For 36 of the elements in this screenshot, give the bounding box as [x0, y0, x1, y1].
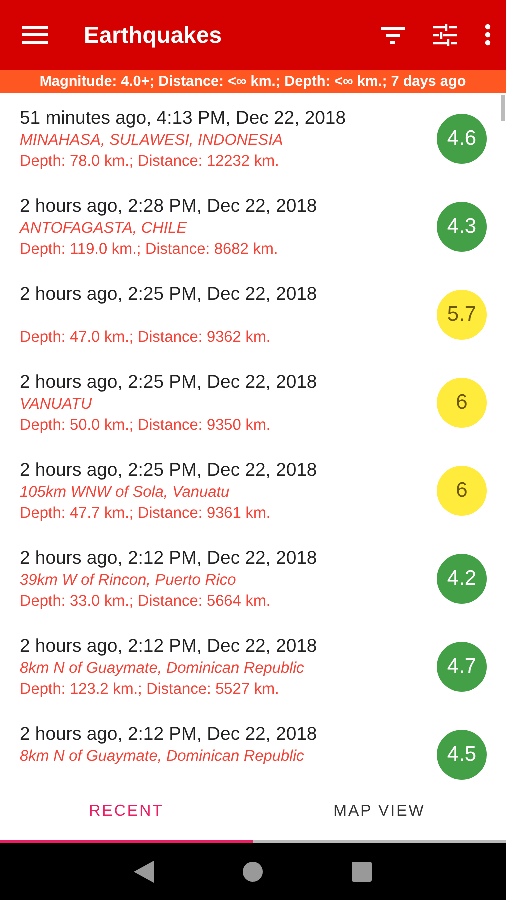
- quake-details: Depth: 123.2 km.; Distance: 5527 km.: [20, 680, 280, 700]
- quake-location: MINAHASA, SULAWESI, INDONESIA: [20, 131, 284, 151]
- quake-details: Depth: 47.7 km.; Distance: 9361 km.: [20, 504, 272, 524]
- app-title: Earthquakes: [84, 22, 224, 48]
- quake-location: 8km N of Guaymate, Dominican Republic: [20, 659, 306, 679]
- magnitude-badge: 6: [437, 466, 487, 516]
- quake-location: 39km W of Rincon, Puerto Rico: [20, 571, 238, 591]
- quake-time: 2 hours ago, 2:12 PM, Dec 22, 2018: [20, 546, 318, 570]
- quake-time: 51 minutes ago, 4:13 PM, Dec 22, 2018: [20, 106, 348, 130]
- magnitude-badge: 4.3: [437, 202, 487, 252]
- quake-location: ANTOFAGASTA, CHILE: [20, 219, 188, 239]
- quake-location: VANUATU: [20, 395, 94, 415]
- magnitude-badge: 4.6: [437, 114, 487, 164]
- quake-time: 2 hours ago, 2:12 PM, Dec 22, 2018: [20, 634, 318, 658]
- home-icon[interactable]: [242, 862, 263, 882]
- quake-time: 2 hours ago, 2:25 PM, Dec 22, 2018: [20, 282, 318, 306]
- quake-details: Depth: 50.0 km.; Distance: 9350 km.: [20, 416, 272, 436]
- quake-details: Depth: 47.0 km.; Distance: 9362 km.: [20, 328, 272, 348]
- magnitude-badge: 5.7: [437, 290, 487, 340]
- magnitude-badge: 4.2: [437, 554, 487, 604]
- magnitude-badge: 6: [437, 378, 487, 428]
- recents-icon[interactable]: [352, 862, 372, 882]
- quake-time: 2 hours ago, 2:28 PM, Dec 22, 2018: [20, 194, 318, 218]
- quake-time: 2 hours ago, 2:25 PM, Dec 22, 2018: [20, 370, 318, 394]
- quake-time: 2 hours ago, 2:12 PM, Dec 22, 2018: [20, 722, 318, 746]
- scrollbar[interactable]: [501, 95, 505, 121]
- quake-time: 2 hours ago, 2:25 PM, Dec 22, 2018: [20, 458, 318, 482]
- quake-details: Depth: 119.0 km.; Distance: 8682 km.: [20, 240, 280, 260]
- magnitude-badge: 4.5: [437, 730, 487, 780]
- quake-details: Depth: 78.0 km.; Distance: 12232 km.: [20, 152, 280, 172]
- quake-location: 105km WNW of Sola, Vanuatu: [20, 483, 231, 503]
- quake-details: Depth: 33.0 km.; Distance: 5664 km.: [20, 592, 272, 612]
- magnitude-badge: 4.7: [437, 642, 487, 692]
- back-icon[interactable]: [134, 860, 154, 882]
- filter-summary: Magnitude: 4.0+; Distance: <∞ km.; Depth: <∞ km.; 7 days ago: [0, 70, 506, 93]
- quake-location: 8km N of Guaymate, Dominican Republic: [20, 747, 306, 767]
